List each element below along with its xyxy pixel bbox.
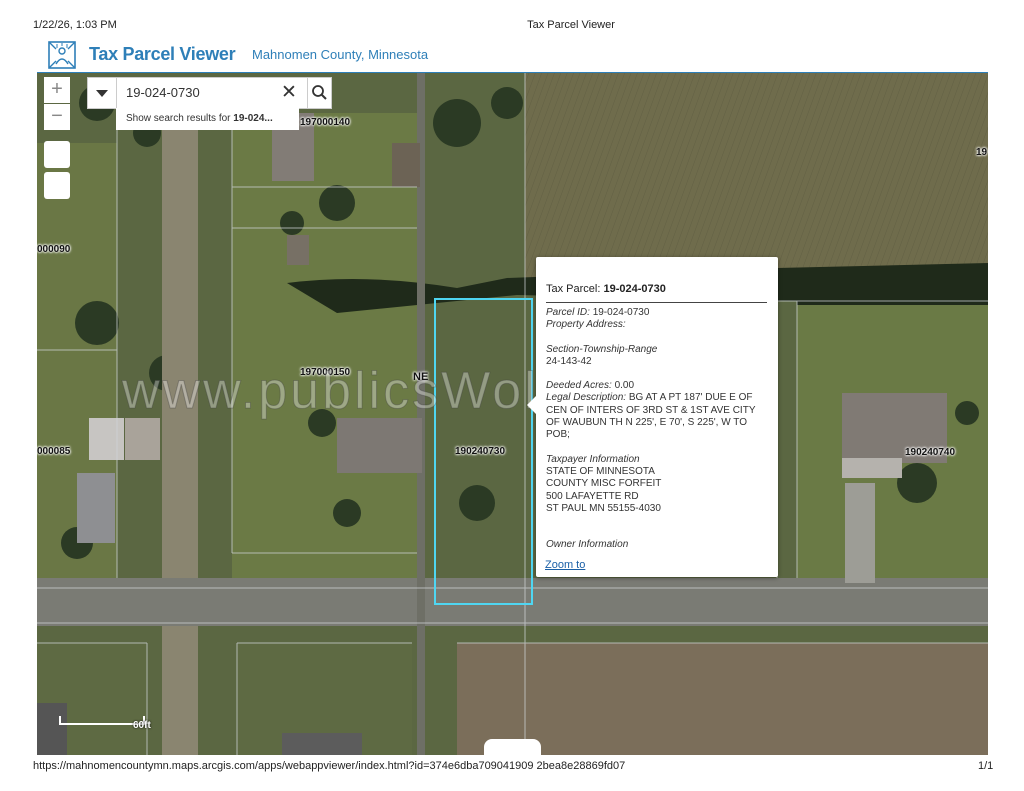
footer-url: https://mahnomencountymn.maps.arcgis.com… (33, 760, 626, 772)
search-suggestion[interactable]: Show search results for 19-024... (116, 108, 299, 130)
search-input[interactable]: 19-024-0730 (126, 85, 200, 100)
app-subtitle: Mahnomen County, Minnesota (252, 47, 429, 62)
suggestion-prefix: Show search results for (126, 113, 234, 124)
parcel-id-label: Parcel ID: (546, 307, 590, 318)
parcel-label: 19 (976, 147, 988, 158)
taxpayer-line: COUNTY MISC FORFEIT (546, 478, 662, 490)
deeded-acres-row: Deeded Acres: 0.00 (546, 380, 768, 392)
app-header: Tax Parcel Viewer Mahnomen County, Minne… (37, 37, 988, 74)
legal-description-row: Legal Description: BG AT A PT 187' DUE E… (546, 392, 768, 441)
property-address-row: Property Address: (546, 319, 768, 331)
taxpayer-label: Taxpayer Information (546, 453, 640, 465)
popup-body: Parcel ID: 19-024-0730 Property Address:… (546, 307, 768, 551)
parcel-label: 197000140 (300, 117, 351, 128)
zoom-to-link[interactable]: Zoom to (545, 559, 585, 571)
print-title: Tax Parcel Viewer (527, 19, 615, 31)
scale-label: 60ft (133, 720, 151, 731)
popup-pointer (527, 395, 537, 415)
taxpayer-line: 500 LAFAYETTE RD (546, 490, 639, 502)
search-icon (312, 85, 327, 100)
parcel-label: 000090 (37, 244, 71, 255)
attribute-table-toggle[interactable] (484, 739, 541, 755)
owner-label: Owner Information (546, 539, 629, 551)
locate-button[interactable] (44, 172, 70, 199)
app-title: Tax Parcel Viewer (89, 44, 236, 64)
property-address-label: Property Address: (546, 319, 626, 331)
zoom-in-button[interactable]: + (44, 77, 70, 103)
footer-page: 1/1 (978, 760, 994, 772)
search-button[interactable] (307, 78, 332, 108)
selected-parcel-outline[interactable] (434, 298, 533, 605)
caret-down-icon[interactable] (88, 78, 117, 108)
popup-divider (546, 302, 767, 303)
str-value: 24-143-42 (546, 355, 592, 367)
str-label: Section-Township-Range (546, 343, 658, 355)
popup-title: Tax Parcel: 19-024-0730 (546, 283, 666, 295)
taxpayer-line: ST PAUL MN 55155-4030 (546, 502, 661, 514)
search-widget: 19-024-0730 ✕ (87, 77, 332, 109)
deeded-acres-value: 0.00 (614, 380, 635, 392)
popup-title-prefix: Tax Parcel: (546, 283, 604, 295)
legal-description-label: Legal Description: (546, 392, 627, 404)
taxpayer-line: STATE OF MINNESOTA (546, 465, 655, 477)
parcel-id-value: 19-024-0730 (592, 307, 650, 318)
parcel-grid-logo-icon (48, 41, 76, 69)
popup-title-value: 19-024-0730 (603, 283, 666, 295)
suggestion-term: 19-024... (233, 113, 273, 124)
parcel-label: 000085 (37, 446, 71, 457)
map-view[interactable]: + − 19-024-0730 ✕ Show search results fo… (37, 73, 988, 755)
close-icon[interactable]: ✕ (281, 81, 297, 104)
parcel-popup: Tax Parcel: 19-024-0730 Parcel ID: 19-02… (527, 257, 778, 577)
home-button[interactable] (44, 141, 70, 168)
deeded-acres-label: Deeded Acres: (546, 380, 612, 392)
parcel-label: 190240740 (905, 447, 956, 458)
parcel-id-row: Parcel ID: 19-024-0730 (546, 307, 768, 319)
zoom-out-button[interactable]: − (44, 104, 70, 130)
